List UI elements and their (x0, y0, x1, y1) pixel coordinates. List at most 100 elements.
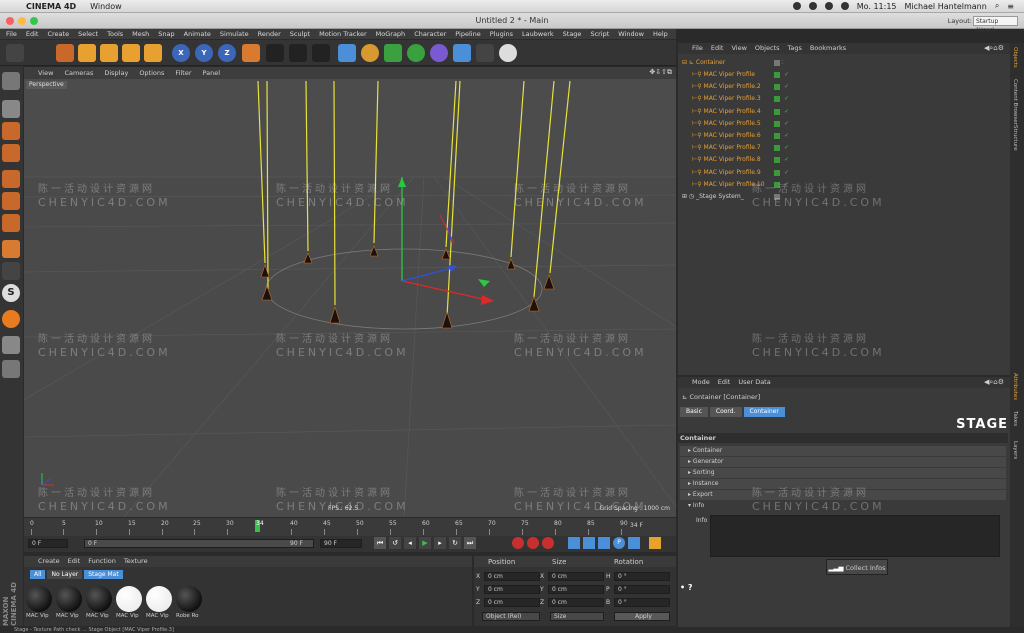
enabled-check-icon[interactable]: ✓ (784, 93, 789, 105)
layer-color-icon[interactable] (774, 72, 780, 78)
menu-sculpt[interactable]: Sculpt (290, 29, 310, 39)
menu-laubwerk[interactable]: Laubwerk (522, 29, 554, 39)
menu-plugins[interactable]: Plugins (490, 29, 513, 39)
timeline[interactable]: 0 5 10 15 20 25 30 40 45 50 55 60 65 70 75 80 85 90 34 34 … (24, 518, 676, 536)
menu-edit[interactable]: Edit (26, 29, 39, 39)
recent-tool-icon[interactable] (144, 44, 162, 62)
enabled-check-icon[interactable]: ✓ (784, 142, 789, 154)
range-slider[interactable] (84, 539, 314, 548)
size-mode-select[interactable]: Size (550, 612, 604, 621)
layout-select[interactable]: Startup (User) (973, 16, 1018, 34)
z-axis-icon[interactable]: Z (218, 44, 236, 62)
close-icon[interactable] (6, 17, 14, 25)
user-name[interactable]: Michael Hantelmann (905, 2, 987, 11)
menu-create[interactable]: Create (47, 29, 69, 39)
enabled-check-icon[interactable]: ✓ (784, 81, 789, 93)
material-swatch[interactable] (86, 586, 112, 612)
attribute-group-sorting[interactable]: ▸ Sorting (680, 468, 1006, 478)
render-view-icon[interactable] (266, 44, 284, 62)
next-key-icon[interactable]: ↻ (449, 537, 461, 549)
edges-mode-icon[interactable] (2, 192, 20, 210)
enabled-check-icon[interactable]: ✓ (784, 118, 789, 130)
object-menu-edit[interactable]: Edit (711, 43, 724, 54)
menu-animate[interactable]: Animate (184, 29, 211, 39)
menu-render[interactable]: Render (258, 29, 281, 39)
render-picture-viewer-icon[interactable] (289, 44, 307, 62)
menu-snap[interactable]: Snap (158, 29, 174, 39)
material-swatch[interactable] (116, 586, 142, 612)
material-filter-tab[interactable]: No Layer (47, 570, 83, 579)
prev-key-icon[interactable]: ↺ (389, 537, 401, 549)
volume-icon[interactable] (824, 2, 833, 10)
magnet-icon[interactable] (2, 310, 20, 328)
object-manager-nav-icons[interactable]: ◀⌕⌂⚙ (984, 44, 1004, 53)
planar-workplane-icon[interactable] (2, 360, 20, 378)
info-textarea[interactable] (710, 515, 1000, 557)
key-param-icon[interactable]: P (613, 537, 625, 549)
coord-field[interactable]: 0 ° (614, 585, 670, 594)
coord-field[interactable]: 0 cm (548, 598, 604, 607)
viewport-menu-options[interactable]: Options (139, 67, 164, 79)
object-row[interactable]: ⊢⚲ MAC Viper Profile.5 ✓ (678, 118, 1008, 130)
search-icon[interactable]: ⌕ (995, 1, 999, 11)
layer-color-icon[interactable] (774, 133, 780, 139)
move-icon[interactable] (78, 44, 96, 62)
layer-icon[interactable] (774, 60, 780, 66)
object-row[interactable]: ⊢⚲ MAC Viper Profile.3 ✓ (678, 93, 1008, 105)
autokey-icon[interactable] (527, 537, 539, 549)
layer-color-icon[interactable] (774, 96, 780, 103)
subdivision-icon[interactable] (384, 44, 402, 62)
attribute-nav-icons[interactable]: ◀⌕⌂⚙ (984, 378, 1004, 387)
side-tab-objects[interactable]: Objects (1012, 47, 1018, 68)
layer-color-icon[interactable] (774, 84, 780, 91)
menu-select[interactable]: Select (78, 29, 98, 39)
cube-icon[interactable] (338, 44, 356, 62)
app-menu[interactable]: CINEMA 4D (26, 2, 76, 11)
viewport-menu-panel[interactable]: Panel (203, 67, 221, 79)
enabled-check-icon[interactable]: ✓ (784, 167, 789, 179)
menu-mesh[interactable]: Mesh (132, 29, 149, 39)
material-menu-function[interactable]: Function (88, 556, 116, 567)
menu-mograph[interactable]: MoGraph (376, 29, 406, 39)
viewport-menu-filter[interactable]: Filter (175, 67, 191, 79)
object-row-root[interactable]: ⊟ ⊾ Container ⁚ (678, 57, 1008, 69)
texture-mode-icon[interactable] (2, 122, 20, 140)
light-icon[interactable] (499, 44, 517, 62)
side-tab-attributes[interactable]: Attributes (1012, 373, 1018, 400)
zoom-icon[interactable] (30, 17, 38, 25)
key-rotation-icon[interactable] (598, 537, 610, 549)
material-swatch[interactable] (26, 586, 52, 612)
coord-field[interactable]: 0 ° (614, 572, 670, 581)
key-pla-icon[interactable] (628, 537, 640, 549)
menu-motion-tracker[interactable]: Motion Tracker (319, 29, 367, 39)
material-swatch[interactable] (176, 586, 202, 612)
material-menu-texture[interactable]: Texture (124, 556, 148, 567)
coord-field[interactable]: 0 ° (614, 598, 670, 607)
status-icon[interactable] (792, 2, 801, 10)
spline-pen-icon[interactable] (361, 44, 379, 62)
menu-script[interactable]: Script (590, 29, 609, 39)
menu-file[interactable]: File (6, 29, 17, 39)
battery-icon[interactable] (840, 2, 849, 10)
viewport-nav-icons[interactable]: ✥⇩⇧⧉ (649, 68, 672, 77)
object-row[interactable]: ⊢⚲ MAC Viper Profile.4 ✓ (678, 106, 1008, 118)
window-menu[interactable]: Window (90, 2, 122, 11)
tab-container[interactable]: Container (743, 407, 785, 417)
object-row[interactable]: ⊢⚲ MAC Viper Profile.2 ✓ (678, 81, 1008, 93)
side-tab-layers[interactable]: Layers (1012, 441, 1018, 459)
material-swatch[interactable] (146, 586, 172, 612)
layer-color-icon[interactable] (774, 108, 780, 115)
material-menu-edit[interactable]: Edit (68, 556, 81, 567)
coord-field[interactable]: 0 cm (484, 572, 540, 581)
undo-icon[interactable] (6, 44, 24, 62)
object-menu-view[interactable]: View (731, 43, 746, 54)
menu-pipeline[interactable]: Pipeline (455, 29, 480, 39)
viewport-menu-cameras[interactable]: Cameras (64, 67, 93, 79)
material-filter-tab[interactable]: All (30, 570, 46, 579)
axis-mode-icon[interactable] (2, 240, 20, 258)
coord-field[interactable]: 0 cm (548, 585, 604, 594)
enabled-check-icon[interactable]: ✓ (784, 154, 789, 166)
next-frame-icon[interactable]: ▸ (434, 537, 446, 549)
timeline-window-icon[interactable] (649, 537, 661, 549)
coord-field[interactable]: 0 cm (484, 598, 540, 607)
